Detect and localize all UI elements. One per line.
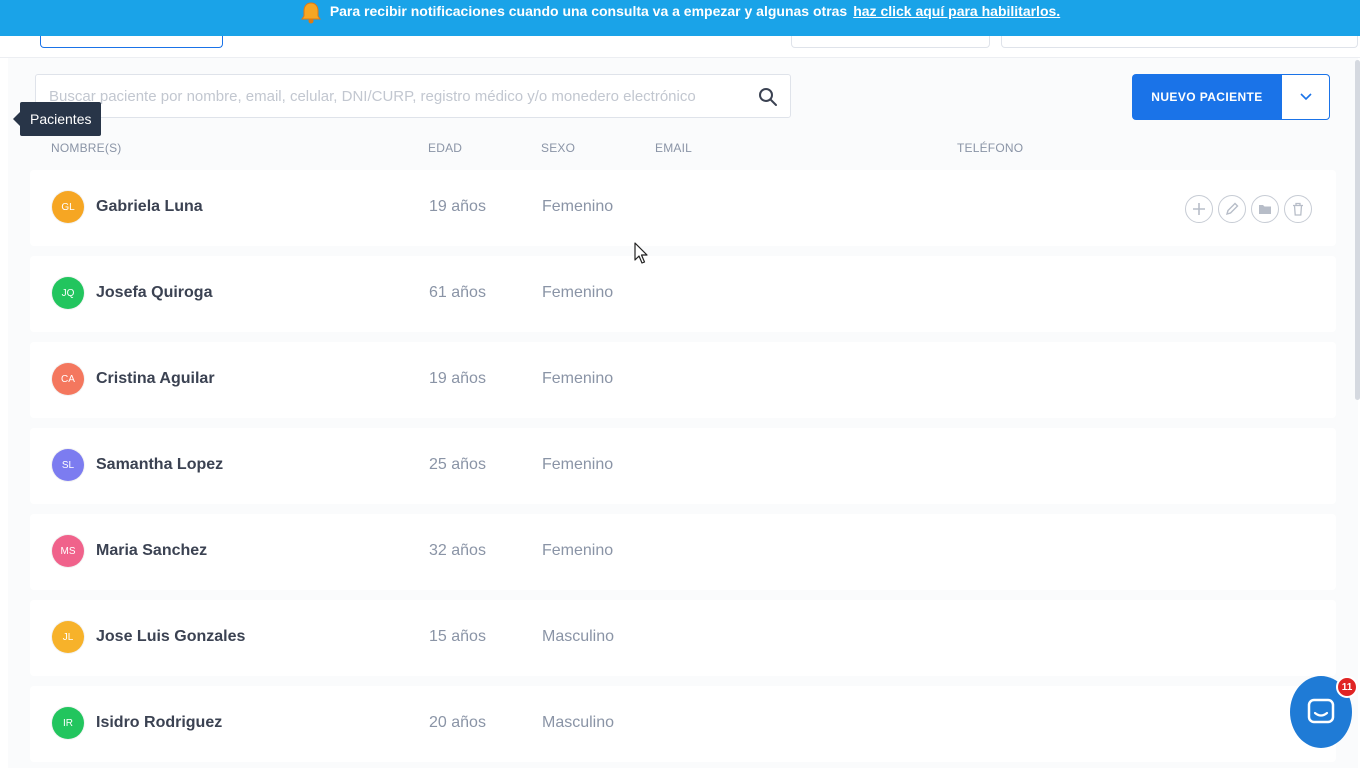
- bell-icon: [300, 2, 321, 24]
- patient-sex: Masculino: [542, 714, 615, 731]
- column-header-name[interactable]: NOMBRE(S): [51, 141, 121, 155]
- patient-name[interactable]: Cristina Aguilar: [96, 370, 215, 388]
- toolbar-tab[interactable]: [40, 36, 223, 48]
- search-input[interactable]: [36, 75, 736, 117]
- chat-widget[interactable]: 11: [1290, 676, 1358, 748]
- table-row[interactable]: JL Jose Luis Gonzales 15 años Masculino: [30, 600, 1336, 676]
- new-patient-button[interactable]: NUEVO PACIENTE: [1132, 74, 1282, 120]
- patient-name[interactable]: Maria Sanchez: [96, 542, 207, 560]
- avatar: CA: [52, 363, 84, 395]
- trash-icon: [1293, 202, 1303, 216]
- column-header-age[interactable]: EDAD: [428, 141, 462, 155]
- table-row[interactable]: GL Gabriela Luna 19 años Femenino: [30, 170, 1336, 246]
- patient-sex: Femenino: [542, 542, 614, 559]
- patient-age: 61 años: [429, 284, 486, 301]
- toolbar-filter[interactable]: [791, 36, 990, 48]
- folder-icon: [1259, 205, 1271, 214]
- patient-name[interactable]: Samantha Lopez: [96, 456, 223, 474]
- patient-sex: Femenino: [542, 456, 614, 473]
- patient-age: 32 años: [429, 542, 486, 559]
- add-consultation-button[interactable]: [1185, 195, 1213, 223]
- table-row[interactable]: CA Cristina Aguilar 19 años Femenino: [30, 342, 1336, 418]
- row-actions: [1185, 195, 1312, 223]
- new-patient-dropdown[interactable]: [1281, 74, 1330, 120]
- table-row[interactable]: MS Maria Sanchez 32 años Femenino: [30, 514, 1336, 590]
- column-header-email[interactable]: EMAIL: [655, 141, 692, 155]
- avatar: IR: [52, 707, 84, 739]
- table-row[interactable]: IR Isidro Rodriguez 20 años Masculino: [30, 686, 1336, 762]
- patient-age: 20 años: [429, 714, 486, 731]
- banner-text: Para recibir notificaciones cuando una c…: [329, 3, 848, 19]
- search-icon[interactable]: [758, 87, 778, 107]
- edit-patient-button[interactable]: [1218, 195, 1246, 223]
- patient-age: 25 años: [429, 456, 486, 473]
- table-row[interactable]: SL Samantha Lopez 25 años Femenino: [30, 428, 1336, 504]
- mouse-cursor-icon: [634, 242, 648, 264]
- top-toolbar: [0, 36, 1360, 58]
- notification-banner: Para recibir notificaciones cuando una c…: [0, 0, 1360, 36]
- patient-sex: Femenino: [542, 284, 614, 301]
- column-header-sex[interactable]: SEXO: [541, 141, 575, 155]
- chat-icon: [1307, 698, 1335, 724]
- search-box: [35, 74, 791, 118]
- toolbar-field[interactable]: [1001, 36, 1358, 48]
- avatar: SL: [52, 449, 84, 481]
- patient-name[interactable]: Josefa Quiroga: [96, 284, 212, 302]
- patient-age: 19 años: [429, 370, 486, 387]
- pencil-icon: [1225, 202, 1239, 216]
- patient-name[interactable]: Jose Luis Gonzales: [96, 628, 245, 646]
- chevron-down-icon: [1299, 93, 1312, 101]
- chat-unread-badge: 11: [1336, 676, 1358, 698]
- patient-age: 15 años: [429, 628, 486, 645]
- patient-file-button[interactable]: [1251, 195, 1279, 223]
- column-header-phone[interactable]: TELÉFONO: [957, 141, 1023, 155]
- page-scrollbar[interactable]: [1355, 60, 1360, 400]
- patient-name[interactable]: Isidro Rodriguez: [96, 714, 222, 732]
- avatar: JQ: [52, 277, 84, 309]
- patient-sex: Femenino: [542, 198, 614, 215]
- avatar: JL: [52, 621, 84, 653]
- avatar: MS: [52, 535, 84, 567]
- delete-patient-button[interactable]: [1284, 195, 1312, 223]
- patient-name[interactable]: Gabriela Luna: [96, 198, 203, 216]
- patient-sex: Masculino: [542, 628, 615, 645]
- plus-icon: [1193, 203, 1205, 215]
- patient-sex: Femenino: [542, 370, 614, 387]
- sidebar-tooltip: Pacientes: [12, 102, 102, 136]
- avatar: GL: [52, 191, 84, 223]
- enable-notifications-link[interactable]: haz click aquí para habilitarlos.: [853, 3, 1060, 19]
- patient-age: 19 años: [429, 198, 486, 215]
- table-row[interactable]: JQ Josefa Quiroga 61 años Femenino: [30, 256, 1336, 332]
